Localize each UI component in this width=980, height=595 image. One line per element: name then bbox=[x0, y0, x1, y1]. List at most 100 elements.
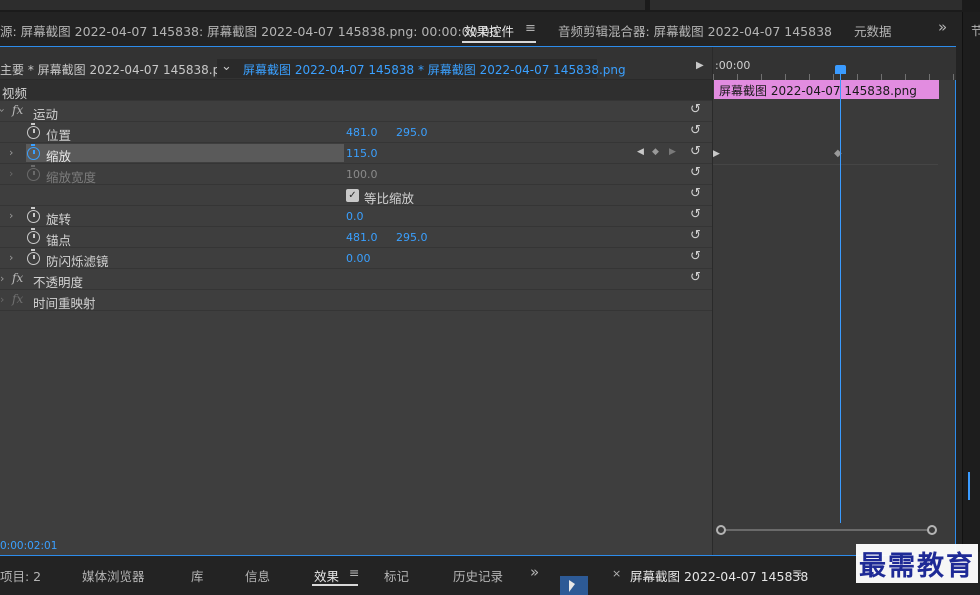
effect-label: 时间重映射 bbox=[33, 296, 96, 311]
play-icon[interactable]: ▶ bbox=[696, 60, 704, 71]
reset-icon[interactable]: ↺ bbox=[690, 102, 701, 117]
reset-icon[interactable]: ↺ bbox=[690, 228, 701, 243]
scale-value[interactable]: 115.0 bbox=[346, 147, 378, 160]
chevron-right-icon[interactable]: › bbox=[9, 251, 13, 264]
active-clip-label: 屏幕截图 2022-04-07 145838 * 屏幕截图 2022-04-07… bbox=[243, 63, 626, 77]
param-label: 锚点 bbox=[46, 233, 72, 248]
effect-label: 不透明度 bbox=[33, 275, 84, 290]
overflow-icon[interactable]: » bbox=[530, 563, 539, 581]
chevron-expanded-icon[interactable]: › bbox=[0, 108, 9, 112]
video-section-label: 视频 bbox=[2, 86, 28, 101]
master-clip-label[interactable]: 主要 * 屏幕截图 2022-04-07 145838.png bbox=[0, 61, 235, 78]
bottom-panel-tab-bar: 项目: 2 媒体浏览器 库 信息 效果 ≡ 标记 历史记录 » × 屏幕截图 2… bbox=[0, 556, 980, 595]
chevron-down-icon: ⌄ bbox=[221, 59, 232, 74]
tab-metadata[interactable]: 元数据 bbox=[854, 21, 892, 40]
param-label: 防闪烁滤镜 bbox=[46, 254, 109, 269]
tab-audio-clip-mixer[interactable]: 音频剪辑混合器: 屏幕截图 2022-04-07 145838 bbox=[558, 21, 832, 40]
tab-info[interactable]: 信息 bbox=[245, 566, 270, 585]
anchor-y-value[interactable]: 295.0 bbox=[396, 231, 428, 244]
chevron-right-icon[interactable]: › bbox=[0, 272, 4, 285]
scale-row-highlight bbox=[26, 144, 344, 162]
ruler-start-time: :00:00 bbox=[715, 59, 751, 72]
reset-icon[interactable]: ↺ bbox=[690, 207, 701, 222]
stopwatch-icon bbox=[27, 165, 40, 181]
scrollbar-right-handle[interactable] bbox=[927, 525, 937, 535]
reset-icon[interactable]: ↺ bbox=[690, 186, 701, 201]
reset-icon[interactable]: ↺ bbox=[690, 165, 701, 180]
right-panel-accent bbox=[968, 472, 980, 500]
chevron-right-icon[interactable]: › bbox=[0, 293, 4, 306]
scrollbar-left-handle[interactable] bbox=[716, 525, 726, 535]
clip-selector-bar: 主要 * 屏幕截图 2022-04-07 145838.png ⌄ 屏幕截图 2… bbox=[0, 47, 712, 80]
tab-source[interactable]: 源: 屏幕截图 2022-04-07 145838: 屏幕截图 2022-04-… bbox=[0, 21, 498, 40]
tab-markers[interactable]: 标记 bbox=[384, 566, 409, 585]
scrollbar-track[interactable] bbox=[723, 529, 930, 531]
current-timecode[interactable]: 0:00:02:01 bbox=[0, 540, 57, 552]
position-x-value[interactable]: 481.0 bbox=[346, 126, 378, 139]
tab-media-browser[interactable]: 媒体浏览器 bbox=[82, 566, 145, 585]
mini-timeline[interactable]: :00:00 屏幕截图 2022-04-07 145838.png ▶ ◆ bbox=[712, 47, 956, 555]
effect-row-motion[interactable]: › fx 运动 ↺ bbox=[0, 101, 712, 122]
stopwatch-active-icon[interactable] bbox=[27, 144, 40, 160]
timeline-clip[interactable]: 屏幕截图 2022-04-07 145838.png bbox=[714, 80, 939, 99]
top-strip-left bbox=[0, 0, 645, 10]
stopwatch-icon[interactable] bbox=[27, 207, 40, 223]
right-sliver-panel: 节 bbox=[962, 12, 980, 552]
tab-effect-controls[interactable]: 效果控件 bbox=[464, 21, 514, 40]
fx-icon: fx bbox=[12, 292, 24, 306]
timeline-ruler[interactable]: :00:00 bbox=[713, 47, 956, 80]
tab-history[interactable]: 历史记录 bbox=[453, 566, 503, 585]
watermark-logo: 最需教育 bbox=[856, 544, 978, 583]
keyframe-nav-icon[interactable]: ▶ bbox=[713, 149, 720, 159]
rotation-value[interactable]: 0.0 bbox=[346, 210, 364, 223]
param-row-anti-flicker: › 防闪烁滤镜 0.00 ↺ bbox=[0, 248, 712, 269]
param-row-scale: › 缩放 115.0 ◀ ◆ ▶ ↺ bbox=[0, 143, 712, 164]
top-strip bbox=[0, 0, 980, 12]
playhead-line[interactable] bbox=[840, 67, 841, 523]
selection-arrow-icon bbox=[569, 580, 575, 592]
chevron-right-icon[interactable]: › bbox=[9, 167, 13, 180]
next-keyframe-icon[interactable]: ▶ bbox=[669, 147, 676, 157]
sequence-menu-icon[interactable]: ≡ bbox=[792, 565, 802, 580]
anchor-x-value[interactable]: 481.0 bbox=[346, 231, 378, 244]
reset-icon[interactable]: ↺ bbox=[690, 249, 701, 264]
timeline-zoom-scrollbar[interactable] bbox=[716, 525, 937, 535]
tab-sequence[interactable]: 屏幕截图 2022-04-07 145838 bbox=[630, 566, 808, 585]
param-label: 缩放 bbox=[46, 149, 72, 164]
reset-icon[interactable]: ↺ bbox=[690, 270, 701, 285]
fx-icon[interactable]: fx bbox=[12, 271, 23, 285]
active-tab-underline bbox=[312, 584, 358, 586]
param-row-rotation: › 旋转 0.0 ↺ bbox=[0, 206, 712, 227]
uniform-scale-checkbox[interactable]: ✓ bbox=[346, 189, 359, 202]
add-keyframe-icon[interactable]: ◆ bbox=[652, 147, 659, 157]
chevron-right-icon[interactable]: › bbox=[9, 209, 13, 222]
param-row-position: 位置 481.0 295.0 ↺ bbox=[0, 122, 712, 143]
video-section-header[interactable]: 视频 bbox=[0, 80, 712, 101]
selection-tool-button[interactable] bbox=[560, 576, 588, 595]
reset-icon[interactable]: ↺ bbox=[690, 144, 701, 159]
position-y-value[interactable]: 295.0 bbox=[396, 126, 428, 139]
tab-library[interactable]: 库 bbox=[191, 566, 204, 585]
anti-flicker-value[interactable]: 0.00 bbox=[346, 252, 371, 265]
prev-keyframe-icon[interactable]: ◀ bbox=[637, 147, 644, 157]
reset-icon[interactable]: ↺ bbox=[690, 123, 701, 138]
stopwatch-icon[interactable] bbox=[27, 228, 40, 244]
effect-row-time-remap[interactable]: › fx 时间重映射 bbox=[0, 290, 712, 311]
tab-effects[interactable]: 效果 bbox=[314, 566, 339, 585]
effect-controls-menu-icon[interactable]: ≡ bbox=[525, 21, 536, 36]
stopwatch-icon[interactable] bbox=[27, 123, 40, 139]
effects-menu-icon[interactable]: ≡ bbox=[349, 565, 359, 580]
effect-label: 运动 bbox=[33, 107, 59, 122]
playhead-handle[interactable] bbox=[835, 65, 846, 74]
tab-project[interactable]: 项目: 2 bbox=[0, 566, 41, 585]
param-label: 缩放宽度 bbox=[46, 170, 97, 185]
effect-row-opacity[interactable]: › fx 不透明度 ↺ bbox=[0, 269, 712, 290]
close-icon[interactable]: × bbox=[612, 567, 621, 580]
stopwatch-icon[interactable] bbox=[27, 249, 40, 265]
param-row-uniform-scale: ✓ 等比缩放 ↺ bbox=[0, 185, 712, 206]
fx-icon[interactable]: fx bbox=[12, 103, 23, 117]
chevron-right-icon[interactable]: › bbox=[9, 146, 13, 159]
effect-controls-panel: 主要 * 屏幕截图 2022-04-07 145838.png ⌄ 屏幕截图 2… bbox=[0, 46, 956, 556]
overflow-icon[interactable]: » bbox=[938, 18, 947, 36]
active-clip-dropdown[interactable]: ⌄ 屏幕截图 2022-04-07 145838 * 屏幕截图 2022-04-… bbox=[217, 59, 626, 78]
